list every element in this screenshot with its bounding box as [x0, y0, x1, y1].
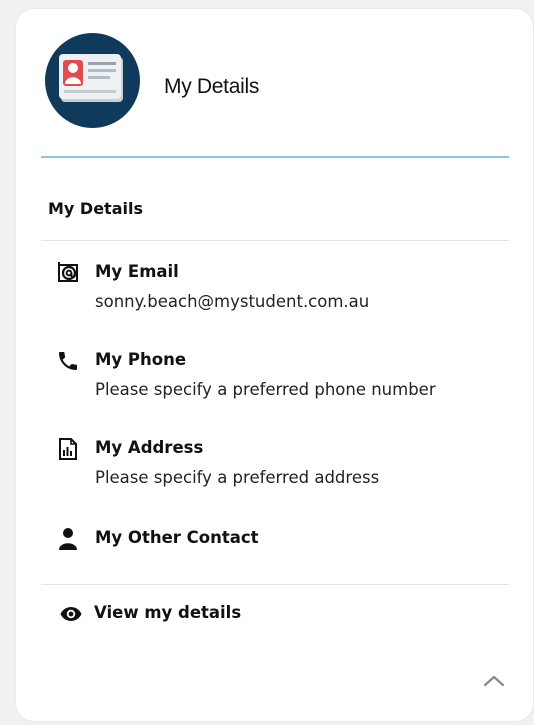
card-title: My Details: [164, 75, 260, 98]
avatar: [45, 33, 140, 128]
header-divider: [41, 156, 509, 158]
email-value: sonny.beach@mystudent.com.au: [95, 292, 370, 311]
other-contact-label: My Other Contact: [95, 528, 259, 547]
address-icon: [59, 438, 77, 460]
phone-icon: [59, 352, 77, 370]
my-details-card: My Details My Details My Email sonny.bea…: [16, 9, 533, 721]
footer-divider: [41, 584, 509, 585]
phone-value: Please specify a preferred phone number: [95, 380, 436, 399]
person-icon: [59, 528, 77, 550]
email-label: My Email: [95, 262, 179, 281]
section-title: My Details: [48, 199, 143, 218]
address-value: Please specify a preferred address: [95, 468, 380, 487]
address-label: My Address: [95, 438, 204, 457]
collapse-button[interactable]: [478, 669, 510, 693]
chevron-up-icon: [483, 675, 505, 687]
id-card-icon: [59, 54, 123, 102]
section-divider: [41, 240, 509, 241]
card-header: My Details: [16, 9, 533, 159]
phone-label: My Phone: [95, 350, 187, 369]
view-my-details-label: View my details: [94, 603, 242, 622]
eye-icon: [60, 607, 82, 621]
email-icon: [58, 262, 78, 282]
